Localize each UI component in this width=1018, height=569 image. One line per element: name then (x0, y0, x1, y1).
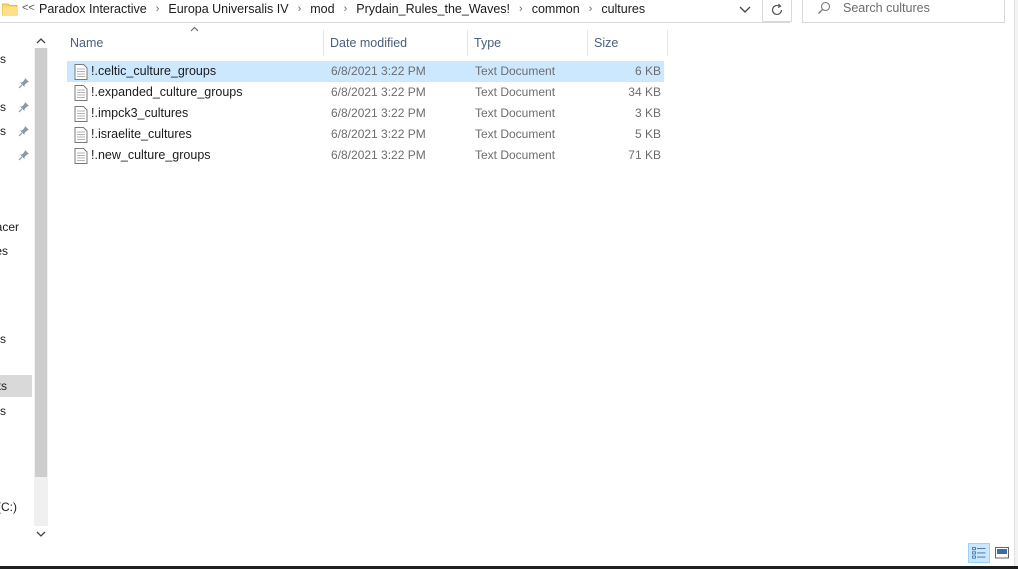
large-icons-view-button[interactable] (992, 543, 1012, 563)
details-view-icon (972, 547, 986, 559)
chevron-down-icon (739, 6, 751, 13)
breadcrumb-item[interactable]: Europa Universalis IV (167, 2, 289, 16)
chevron-right-icon[interactable]: › (344, 3, 348, 15)
large-icons-view-icon (995, 547, 1009, 559)
nav-item-label: s (0, 100, 6, 114)
column-header-type[interactable]: Type (468, 30, 588, 56)
breadcrumb-item[interactable]: mod (309, 2, 335, 16)
text-file-icon (74, 148, 88, 164)
nav-item-label: s (0, 404, 6, 418)
chevron-right-icon[interactable]: › (298, 3, 302, 15)
pin-icon[interactable] (18, 125, 30, 137)
search-input[interactable] (843, 0, 998, 17)
nav-item-label: s (0, 52, 6, 66)
file-row[interactable]: !.israelite_cultures 6/8/2021 3:22 PM Te… (67, 124, 664, 145)
column-header-date[interactable]: Date modified (324, 30, 468, 56)
file-name: !.celtic_culture_groups (91, 64, 217, 78)
breadcrumb-item[interactable]: cultures (600, 2, 646, 16)
overflow-chevron-icon[interactable]: << (22, 2, 35, 14)
pin-icon[interactable] (18, 77, 30, 89)
file-name: !.expanded_culture_groups (91, 85, 243, 99)
file-name: !.israelite_cultures (91, 127, 192, 141)
nav-item-label: acer (0, 220, 19, 234)
nav-item[interactable]: s (0, 49, 32, 69)
file-row[interactable]: !.new_culture_groups 6/8/2021 3:22 PM Te… (67, 145, 664, 166)
text-file-icon (74, 127, 88, 143)
nav-item-local-disk[interactable]: (C:) (0, 497, 32, 517)
breadcrumb-item[interactable]: Prydain_Rules_the_Waves! (355, 2, 511, 16)
file-row[interactable]: !.expanded_culture_groups 6/8/2021 3:22 … (67, 82, 664, 103)
search-box[interactable] (802, 0, 1005, 23)
column-header-size[interactable]: Size (588, 30, 668, 56)
chevron-right-icon[interactable]: › (589, 3, 593, 15)
nav-item-label: ts (0, 379, 7, 393)
text-file-icon (74, 85, 88, 101)
nav-item-label: s (0, 332, 6, 346)
search-icon (817, 1, 831, 15)
nav-item-label: ts (0, 124, 6, 138)
folder-icon (1, 1, 18, 17)
window-edge (1014, 0, 1018, 569)
address-history-dropdown[interactable] (734, 0, 756, 20)
pin-icon[interactable] (18, 101, 30, 113)
file-type: Text Document (475, 127, 556, 141)
file-row[interactable]: !.impck3_cultures 6/8/2021 3:22 PM Text … (67, 103, 664, 124)
nav-scrollbar-thumb[interactable] (35, 48, 47, 477)
column-header-label: Type (474, 36, 502, 50)
refresh-icon (771, 3, 783, 16)
file-type: Text Document (475, 106, 556, 120)
refresh-button[interactable] (762, 0, 792, 22)
file-date-modified: 6/8/2021 3:22 PM (331, 85, 426, 99)
address-bar[interactable]: << Paradox Interactive › Europa Universa… (0, 0, 790, 23)
file-date-modified: 6/8/2021 3:22 PM (331, 148, 426, 162)
scroll-up-button[interactable] (34, 34, 48, 46)
chevron-up-icon (36, 37, 46, 43)
nav-item-label: (C:) (0, 500, 17, 514)
column-header-label: Date modified (330, 36, 408, 50)
nav-item[interactable]: s (0, 329, 32, 349)
file-row[interactable]: !.celtic_culture_groups 6/8/2021 3:22 PM… (67, 61, 664, 82)
sort-ascending-icon (190, 24, 199, 35)
file-size: 5 KB (634, 127, 661, 141)
nav-item[interactable]: acer (0, 217, 32, 237)
file-type: Text Document (475, 64, 556, 78)
chevron-down-icon (36, 531, 46, 537)
file-type: Text Document (475, 148, 556, 162)
breadcrumb-item[interactable]: common (531, 2, 581, 16)
column-headers: Name Date modified Type Size (64, 26, 669, 56)
nav-item[interactable]: s (0, 401, 32, 421)
nav-item-label: es (0, 244, 8, 258)
file-size: 6 KB (634, 64, 661, 78)
details-view-button[interactable] (968, 543, 990, 563)
nav-item[interactable]: es (0, 241, 32, 261)
chevron-right-icon[interactable]: › (156, 3, 160, 15)
file-size: 34 KB (628, 85, 661, 99)
file-date-modified: 6/8/2021 3:22 PM (331, 127, 426, 141)
column-header-label: Size (594, 36, 619, 50)
breadcrumb-item[interactable]: Paradox Interactive (38, 2, 148, 16)
column-header-label: Name (70, 36, 104, 50)
file-size: 3 KB (634, 106, 661, 120)
pin-icon[interactable] (18, 149, 30, 161)
breadcrumb: Paradox Interactive › Europa Universalis… (38, 0, 646, 18)
file-size: 71 KB (628, 148, 661, 162)
text-file-icon (74, 64, 88, 80)
file-date-modified: 6/8/2021 3:22 PM (331, 106, 426, 120)
scroll-down-button[interactable] (34, 528, 48, 540)
text-file-icon (74, 106, 88, 122)
chevron-right-icon[interactable]: › (519, 3, 523, 15)
nav-item-selected[interactable]: ts (0, 375, 32, 397)
file-name: !.new_culture_groups (91, 148, 211, 162)
file-name: !.impck3_cultures (91, 106, 189, 120)
file-date-modified: 6/8/2021 3:22 PM (331, 64, 426, 78)
file-type: Text Document (475, 85, 556, 99)
